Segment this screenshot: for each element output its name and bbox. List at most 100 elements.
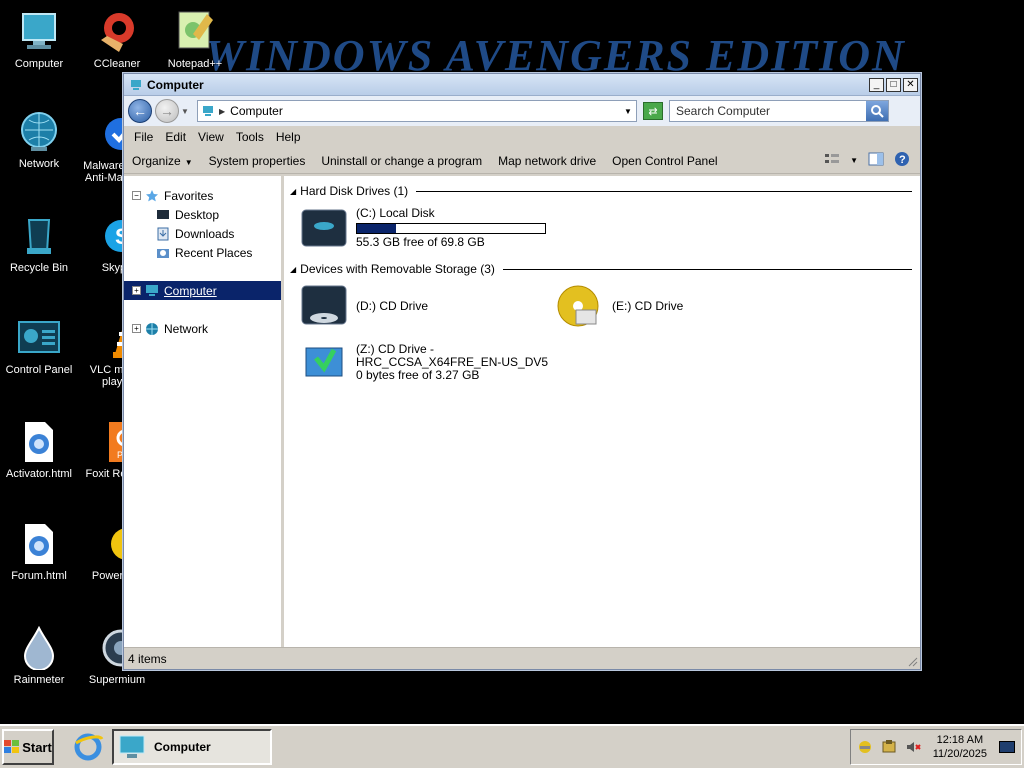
- address-bar[interactable]: ▶ Computer ▼: [197, 100, 637, 122]
- downloads-icon: [156, 227, 170, 241]
- search-icon[interactable]: [866, 101, 888, 121]
- view-dropdown-icon[interactable]: ▼: [850, 156, 858, 165]
- clock[interactable]: 12:18 AM 11/20/2025: [933, 733, 987, 761]
- computer-icon: [145, 284, 159, 298]
- clock-date: 11/20/2025: [932, 748, 987, 760]
- address-row: ← → ▼ ▶ Computer ▼ ⇄ Search Computer: [124, 96, 920, 126]
- drive-c-name: (C:) Local Disk: [356, 206, 435, 220]
- taskbar-item-computer[interactable]: Computer: [112, 729, 272, 765]
- nav-desktop-label: Desktop: [175, 207, 220, 222]
- start-button[interactable]: Start: [2, 729, 54, 765]
- nav-recent-places[interactable]: Recent Places: [124, 243, 281, 262]
- control-panel-icon: [17, 316, 61, 360]
- desktop-icon-label: CCleaner: [93, 58, 141, 70]
- close-button[interactable]: ✕: [903, 77, 918, 92]
- menu-file[interactable]: File: [128, 130, 159, 144]
- search-input[interactable]: Search Computer: [676, 104, 866, 118]
- resize-grip-icon[interactable]: [906, 655, 918, 667]
- tray-app-icon[interactable]: [857, 739, 873, 755]
- nav-network[interactable]: + Network: [124, 319, 281, 338]
- desktop-icon-control-panel[interactable]: Control Panel: [0, 316, 78, 376]
- nav-downloads[interactable]: Downloads: [124, 224, 281, 243]
- minimize-button[interactable]: _: [869, 77, 884, 92]
- title-bar[interactable]: Computer _ □ ✕: [124, 74, 920, 96]
- menu-edit[interactable]: Edit: [159, 130, 192, 144]
- menu-help[interactable]: Help: [270, 130, 307, 144]
- collapse-icon[interactable]: −: [132, 191, 141, 200]
- breadcrumb-computer[interactable]: Computer: [230, 104, 620, 118]
- start-label: Start: [22, 739, 52, 755]
- drive-c[interactable]: (C:) Local Disk 55.3 GB free of 69.8 GB: [298, 203, 698, 253]
- volume-muted-icon[interactable]: [905, 739, 921, 755]
- organize-button[interactable]: Organize ▼: [132, 154, 193, 168]
- system-properties-button[interactable]: System properties: [209, 154, 306, 168]
- html-file-icon: [17, 522, 61, 566]
- menu-tools[interactable]: Tools: [230, 130, 270, 144]
- clock-time: 12:18 AM: [936, 734, 984, 746]
- view-options-icon[interactable]: [824, 152, 840, 169]
- group-header-removable[interactable]: ◢ Devices with Removable Storage (3): [290, 260, 912, 278]
- back-button[interactable]: ←: [128, 99, 152, 123]
- expand-icon[interactable]: +: [132, 286, 141, 295]
- desktop-icon-label: Recycle Bin: [9, 262, 69, 274]
- show-desktop-icon[interactable]: [999, 741, 1015, 753]
- desktop-icon-activator-html[interactable]: Activator.html: [0, 420, 78, 480]
- nav-network-label: Network: [164, 321, 209, 336]
- status-bar: 4 items: [124, 647, 920, 669]
- map-network-drive-button[interactable]: Map network drive: [498, 154, 596, 168]
- desktop-icon-rainmeter[interactable]: Rainmeter: [0, 625, 78, 686]
- internet-explorer-icon[interactable]: [72, 731, 104, 763]
- menu-view[interactable]: View: [192, 130, 230, 144]
- drive-d[interactable]: (D:) CD Drive: [298, 281, 554, 331]
- address-dropdown[interactable]: ▼: [620, 107, 636, 116]
- desktop-icon-label: Notepad++: [167, 58, 223, 70]
- svg-text:?: ?: [899, 154, 906, 166]
- nav-downloads-label: Downloads: [175, 226, 235, 241]
- explorer-window: Computer _ □ ✕ ← → ▼ ▶ Computer ▼ ⇄ Sear…: [123, 73, 921, 670]
- tray-security-icon[interactable]: [881, 739, 897, 755]
- desktop-icon-label: Control Panel: [5, 364, 73, 376]
- menu-bar: File Edit View Tools Help: [124, 126, 920, 148]
- window-body: − Favorites Desktop Downloads Recent Pla…: [124, 176, 920, 647]
- computer-icon: [118, 734, 146, 760]
- drive-e[interactable]: (E:) CD Drive: [554, 281, 810, 331]
- recent-pages-dropdown[interactable]: ▼: [181, 107, 191, 116]
- content-pane: ◢ Hard Disk Drives (1) (C:) Local Disk 5…: [284, 176, 920, 647]
- drive-z-name: (Z:) CD Drive -: [356, 341, 434, 356]
- nav-computer[interactable]: + Computer: [124, 281, 281, 300]
- drive-c-free: 55.3 GB free of 69.8 GB: [356, 235, 485, 249]
- drive-z[interactable]: (Z:) CD Drive - HRC_CCSA_X64FRE_EN-US_DV…: [298, 337, 698, 387]
- uninstall-program-button[interactable]: Uninstall or change a program: [321, 154, 482, 168]
- desktop-icon-label: Supermium: [88, 674, 146, 686]
- desktop-icon-computer[interactable]: Computer: [0, 10, 78, 70]
- open-control-panel-button[interactable]: Open Control Panel: [612, 154, 717, 168]
- breadcrumb-separator[interactable]: ▶: [219, 107, 225, 116]
- navigation-pane: − Favorites Desktop Downloads Recent Pla…: [124, 176, 284, 647]
- html-file-icon: [17, 420, 61, 464]
- desktop-icon: [156, 208, 170, 222]
- chevron-down-icon: ▼: [184, 157, 193, 167]
- desktop-icon-notepadpp[interactable]: Notepad++: [156, 10, 234, 70]
- forward-button[interactable]: →: [155, 99, 179, 123]
- cd-drive-icon: [298, 282, 350, 330]
- nav-desktop[interactable]: Desktop: [124, 205, 281, 224]
- refresh-button[interactable]: ⇄: [643, 102, 663, 120]
- preview-pane-icon[interactable]: [868, 152, 884, 169]
- desktop-icon-forum-html[interactable]: Forum.html: [0, 522, 78, 582]
- desktop-icon-label: Forum.html: [11, 570, 67, 582]
- search-box[interactable]: Search Computer: [669, 100, 889, 122]
- nav-favorites[interactable]: − Favorites: [124, 186, 281, 205]
- desktop-icon-recycle-bin[interactable]: Recycle Bin: [0, 214, 78, 274]
- help-icon[interactable]: ?: [894, 151, 910, 170]
- group-header-label: Devices with Removable Storage (3): [300, 262, 495, 276]
- maximize-button[interactable]: □: [886, 77, 901, 92]
- status-item-count: 4 items: [128, 651, 167, 666]
- nav-computer-label: Computer: [164, 283, 217, 298]
- expand-icon[interactable]: +: [132, 324, 141, 333]
- desktop-icon-network[interactable]: Network: [0, 110, 78, 170]
- desktop-icon-label: Computer: [14, 58, 64, 70]
- window-title: Computer: [147, 77, 204, 92]
- group-header-hard-disk[interactable]: ◢ Hard Disk Drives (1): [290, 182, 912, 200]
- command-bar: Organize ▼ System properties Uninstall or…: [124, 148, 920, 174]
- desktop-icon-ccleaner[interactable]: CCleaner: [78, 10, 156, 70]
